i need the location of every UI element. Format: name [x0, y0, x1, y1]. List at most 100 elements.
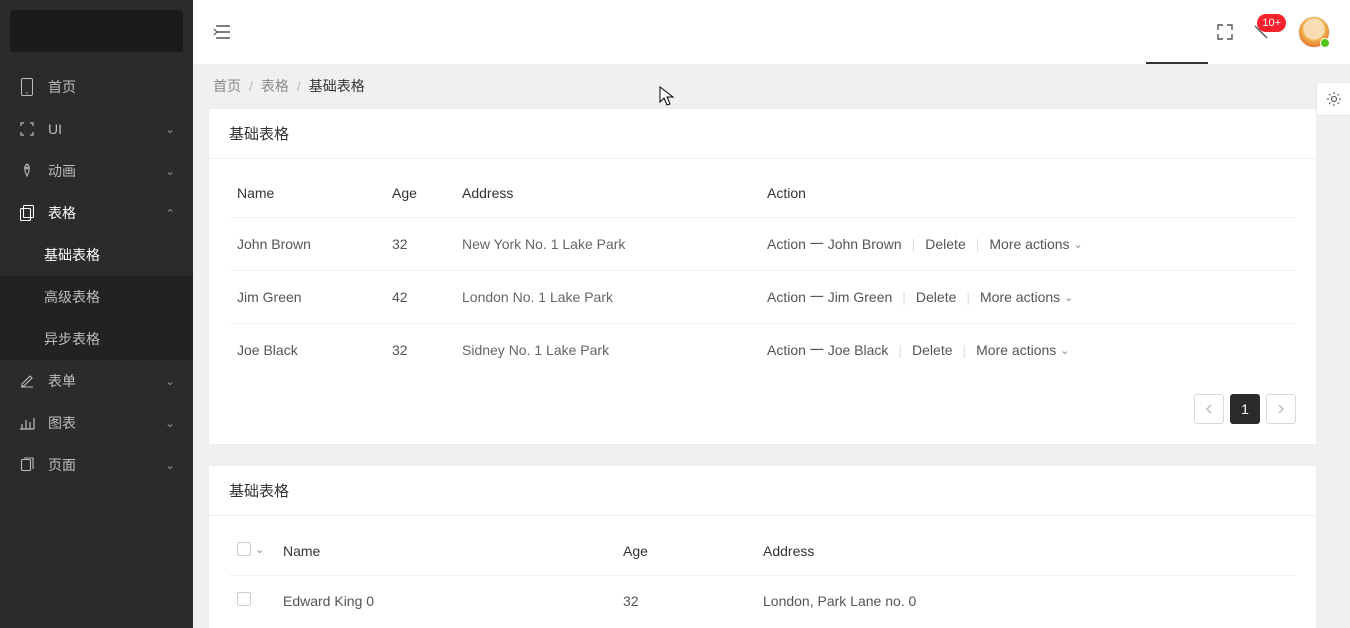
switcher-icon	[18, 457, 36, 473]
col-select-all[interactable]: ⌄	[229, 526, 275, 576]
card-title: 基础表格	[209, 466, 1316, 516]
chevron-up-icon: ⌄	[165, 206, 175, 220]
sidebar-item-label: 表单	[48, 371, 76, 391]
cell-actions: Action 一 Jim Green | Delete | More actio…	[759, 271, 1296, 324]
cell-address: London, Park Lane no. 0	[755, 576, 1296, 626]
cell-select[interactable]	[229, 576, 275, 626]
sidebar-subitem-async-table[interactable]: 异步表格	[0, 318, 193, 360]
cell-address: London No. 1 Lake Park	[454, 271, 759, 324]
sidebar-item-label: UI	[48, 121, 62, 137]
logo	[10, 10, 183, 52]
card-basic-table-1: 基础表格 Name Age Address Action J	[208, 108, 1317, 445]
delete-link[interactable]: Delete	[925, 236, 965, 252]
breadcrumb-separator: /	[249, 78, 253, 94]
cell-address: Sidney No. 1 Lake Park	[454, 324, 759, 377]
collapse-menu-icon[interactable]	[213, 23, 233, 41]
sidebar-item-label: 页面	[48, 455, 76, 475]
sidebar: 首页 UI ⌄ 动画 ⌄ 表格 ⌄	[0, 0, 193, 628]
active-tab-indicator	[1146, 62, 1208, 64]
chevron-down-icon[interactable]: ⌄	[255, 543, 264, 556]
sidebar-item-label: 首页	[48, 77, 76, 97]
breadcrumb-tables[interactable]: 表格	[261, 76, 289, 96]
action-link[interactable]: Action 一 Joe Black	[767, 340, 888, 360]
chevron-down-icon: ⌄	[1074, 238, 1083, 251]
chart-icon	[18, 416, 36, 430]
sidebar-item-label: 图表	[48, 413, 76, 433]
chevron-down-icon: ⌄	[1060, 344, 1069, 357]
settings-drawer-trigger[interactable]	[1316, 82, 1350, 116]
copy-icon	[18, 205, 36, 221]
main-menu: 首页 UI ⌄ 动画 ⌄ 表格 ⌄	[0, 66, 193, 628]
delete-link[interactable]: Delete	[916, 289, 956, 305]
cell-address: New York No. 1 Lake Park	[454, 218, 759, 271]
sidebar-item-animation[interactable]: 动画 ⌄	[0, 150, 193, 192]
cell-name: Edward King 0	[275, 576, 615, 626]
divider: |	[963, 342, 967, 358]
chevron-down-icon: ⌄	[165, 416, 175, 430]
cell-age: 32	[384, 218, 454, 271]
fullscreen-icon[interactable]	[1216, 23, 1234, 41]
chevron-down-icon: ⌄	[165, 458, 175, 472]
divider: |	[902, 289, 906, 305]
rocket-icon	[18, 163, 36, 179]
sidebar-item-label: 表格	[48, 203, 76, 223]
sidebar-subitem-advanced-table[interactable]: 高级表格	[0, 276, 193, 318]
chevron-down-icon: ⌄	[1064, 291, 1073, 304]
more-actions-dropdown[interactable]: More actions ⌄	[989, 236, 1082, 252]
table-row: John Brown 32 New York No. 1 Lake Park A…	[229, 218, 1296, 271]
divider: |	[966, 289, 970, 305]
col-address: Address	[755, 526, 1296, 576]
card-title: 基础表格	[209, 109, 1316, 159]
avatar[interactable]	[1298, 16, 1330, 48]
sidebar-subitem-basic-table[interactable]: 基础表格	[0, 234, 193, 276]
page-1[interactable]: 1	[1230, 394, 1260, 424]
cell-age: 32	[615, 576, 755, 626]
divider: |	[976, 236, 980, 252]
breadcrumb: 首页 / 表格 / 基础表格	[193, 64, 1350, 108]
page-next[interactable]	[1266, 394, 1296, 424]
breadcrumb-home[interactable]: 首页	[213, 76, 241, 96]
checkbox-icon[interactable]	[237, 542, 251, 556]
sidebar-item-form[interactable]: 表单 ⌄	[0, 360, 193, 402]
notification-badge: 10+	[1257, 14, 1286, 32]
breadcrumb-current: 基础表格	[309, 76, 365, 96]
pagination: 1	[229, 394, 1296, 424]
col-address: Address	[454, 169, 759, 218]
cell-name: John Brown	[229, 218, 384, 271]
sidebar-item-label: 动画	[48, 161, 76, 181]
sidebar-item-page[interactable]: 页面 ⌄	[0, 444, 193, 486]
chevron-down-icon: ⌄	[165, 164, 175, 178]
sidebar-item-chart[interactable]: 图表 ⌄	[0, 402, 193, 444]
cell-actions: Action 一 John Brown | Delete | More acti…	[759, 218, 1296, 271]
content-area: 10+ 首页 / 表格 / 基础表格 基础表格	[193, 0, 1350, 628]
sidebar-item-ui[interactable]: UI ⌄	[0, 108, 193, 150]
edit-icon	[18, 373, 36, 389]
action-link[interactable]: Action 一 Jim Green	[767, 287, 892, 307]
more-actions-dropdown[interactable]: More actions ⌄	[980, 289, 1073, 305]
sidebar-item-label: 异步表格	[44, 329, 100, 349]
delete-link[interactable]: Delete	[912, 342, 952, 358]
sidebar-item-label: 高级表格	[44, 287, 100, 307]
checkbox-icon[interactable]	[237, 592, 251, 606]
action-link[interactable]: Action 一 John Brown	[767, 234, 902, 254]
cell-age: 42	[384, 271, 454, 324]
table-row: Edward King 0 32 London, Park Lane no. 0	[229, 576, 1296, 626]
cell-actions: Action 一 Joe Black | Delete | More actio…	[759, 324, 1296, 377]
main-scroll[interactable]: 基础表格 Name Age Address Action J	[193, 108, 1332, 628]
scan-icon	[18, 121, 36, 137]
more-actions-dropdown[interactable]: More actions ⌄	[976, 342, 1069, 358]
cell-name: Jim Green	[229, 271, 384, 324]
table-row: Jim Green 42 London No. 1 Lake Park Acti…	[229, 271, 1296, 324]
header: 10+	[193, 0, 1350, 64]
col-action: Action	[759, 169, 1296, 218]
sidebar-item-home[interactable]: 首页	[0, 66, 193, 108]
sidebar-item-label: 基础表格	[44, 245, 100, 265]
sidebar-item-tables[interactable]: 表格 ⌄	[0, 192, 193, 234]
cell-age: 32	[384, 324, 454, 377]
notification-icon[interactable]: 10+	[1252, 23, 1270, 41]
divider: |	[898, 342, 902, 358]
page-prev[interactable]	[1194, 394, 1224, 424]
col-name: Name	[275, 526, 615, 576]
sidebar-submenu-tables: 基础表格 高级表格 异步表格	[0, 234, 193, 360]
basic-table-2: ⌄ Name Age Address Edward King 0 32 Lond…	[229, 526, 1296, 625]
